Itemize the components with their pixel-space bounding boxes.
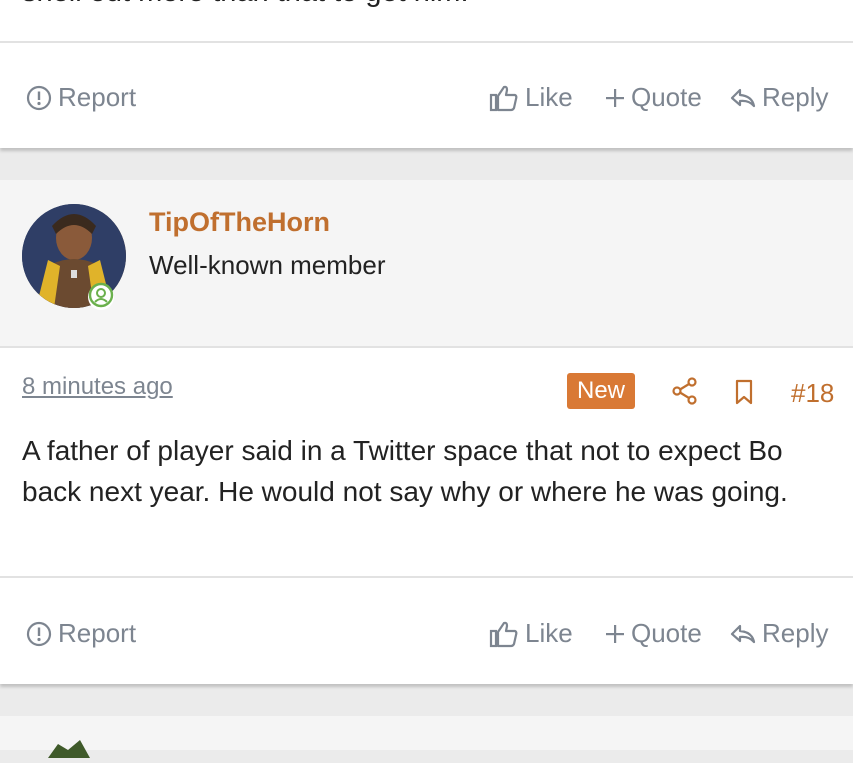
- like-button[interactable]: Like: [489, 82, 573, 113]
- quote-label: Quote: [631, 82, 702, 112]
- user-title: Well-known member: [149, 250, 386, 280]
- plus-icon: [605, 88, 625, 108]
- new-badge: New: [567, 373, 636, 409]
- divider: [0, 346, 853, 348]
- report-button[interactable]: Report: [26, 618, 136, 649]
- alert-circle-icon: [26, 621, 52, 647]
- online-status: [88, 282, 114, 313]
- post-number-link[interactable]: #18: [791, 378, 834, 409]
- post-timestamp[interactable]: 8 minutes ago: [22, 373, 173, 401]
- next-avatar[interactable]: [40, 738, 100, 763]
- alert-circle-icon: [26, 85, 52, 111]
- divider: [0, 576, 853, 578]
- user-header: TipOfTheHorn Well-known member: [0, 180, 853, 346]
- reply-button[interactable]: Reply: [730, 82, 828, 113]
- quote-label: Quote: [631, 618, 702, 648]
- bookmark-icon[interactable]: [734, 379, 754, 410]
- reply-button[interactable]: Reply: [730, 618, 828, 649]
- previous-post-footer: shell out more than that to get him. Rep…: [0, 0, 853, 148]
- previous-post-text: shell out more than that to get him.: [22, 0, 469, 9]
- divider: [0, 41, 853, 43]
- next-post-header: [0, 716, 853, 758]
- reply-arrow-icon: [730, 624, 756, 644]
- reply-label: Reply: [762, 618, 829, 648]
- thumbs-up-icon: [489, 84, 519, 112]
- post-body: A father of player said in a Twitter spa…: [22, 435, 788, 507]
- reply-label: Reply: [762, 82, 829, 112]
- share-icon[interactable]: [672, 377, 698, 410]
- post-card: TipOfTheHorn Well-known member 8 minutes…: [0, 180, 853, 684]
- quote-button[interactable]: Quote: [605, 82, 702, 113]
- quote-button[interactable]: Quote: [605, 618, 702, 649]
- report-label: Report: [58, 618, 137, 648]
- plus-icon: [605, 624, 625, 644]
- online-user-icon: [88, 282, 114, 313]
- username[interactable]: TipOfTheHorn: [149, 207, 330, 238]
- like-button[interactable]: Like: [489, 618, 573, 649]
- like-label: Like: [525, 82, 573, 112]
- report-button[interactable]: Report: [26, 82, 136, 113]
- report-label: Report: [58, 82, 137, 112]
- reply-arrow-icon: [730, 88, 756, 108]
- like-label: Like: [525, 618, 573, 648]
- thumbs-up-icon: [489, 620, 519, 648]
